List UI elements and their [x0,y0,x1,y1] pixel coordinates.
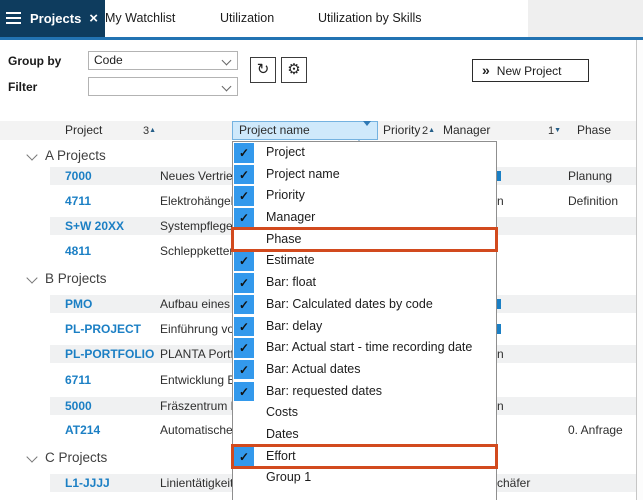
menu-item[interactable]: Dates [233,424,496,446]
manager-cell-fragment: n [497,345,504,363]
menu-item-label: Bar: requested dates [266,381,382,403]
project-code-link[interactable]: S+W 20XX [65,217,124,235]
menu-item-label: Bar: Actual dates [266,359,361,381]
project-code-link[interactable]: AT214 [65,421,100,439]
phase-cell: Definition [568,192,618,210]
menu-item[interactable]: ✓ Priority [233,185,496,207]
menu-item[interactable]: Costs [233,402,496,424]
project-name-cell: Systempflege [160,217,232,235]
manager-link-fragment [497,299,501,309]
menu-item[interactable]: ✓ Estimate [233,250,496,272]
group-row-label[interactable]: B Projects [45,270,107,288]
checkbox-checked-icon[interactable]: ✓ [234,317,254,337]
chevron-down-icon[interactable] [26,149,37,160]
app-window: Projects × My Watchlist Utilization Util… [0,0,643,500]
menu-item[interactable]: ✓ Project [233,142,496,164]
menu-item-label: Priority [266,185,305,207]
manager-link-fragment [497,324,501,334]
menu-item-label: Phase [266,229,301,251]
menu-item-label: Manager [266,207,315,229]
chevron-down-icon[interactable] [26,272,37,283]
column-chooser-menu: ✓ Project ✓ Project name ✓ Priority ✓ ManagerPh… [232,141,497,500]
project-name-cell: Einführung von [160,320,232,338]
project-name-cell: Elektrohängeba [160,192,232,210]
manager-link-fragment [497,171,501,181]
project-name-cell: PLANTA Portfo [160,345,232,363]
menu-item-label: Bar: float [266,272,316,294]
menu-item-label: Costs [266,402,298,424]
project-name-cell: Automatisches [160,421,232,439]
checkbox-checked-icon[interactable]: ✓ [234,382,254,402]
project-name-cell: Entwicklung Be [160,371,232,389]
project-code-link[interactable]: 7000 [65,167,92,185]
project-code-link[interactable]: 4711 [65,192,91,210]
checkbox-checked-icon[interactable]: ✓ [234,186,254,206]
project-code-link[interactable]: PL-PROJECT [65,320,141,338]
menu-item[interactable]: ✓ Manager [233,207,496,229]
menu-item[interactable]: ✓ Bar: Calculated dates by code [233,294,496,316]
checkbox-checked-icon[interactable]: ✓ [234,143,254,163]
menu-item-label: Effort [266,446,296,468]
project-name-cell: Aufbau eines P [160,295,232,313]
checkbox-checked-icon[interactable]: ✓ [234,447,254,467]
group-row-label[interactable]: A Projects [45,147,106,165]
menu-item-label: Group 1 [266,467,311,489]
project-code-link[interactable]: 4811 [65,242,91,260]
menu-item[interactable]: ✓ Bar: float [233,272,496,294]
manager-cell-fragment: n [497,397,504,415]
phase-cell: 0. Anfrage [568,421,623,439]
project-name-cell: Linientätigkeit [160,474,232,492]
menu-item-label: Project [266,142,305,164]
checkbox-checked-icon[interactable]: ✓ [234,338,254,358]
menu-item[interactable]: ✓ Bar: Actual start - time recording date [233,337,496,359]
checkbox-checked-icon[interactable]: ✓ [234,165,254,185]
menu-item[interactable]: ✓ Bar: delay [233,316,496,338]
vertical-scrollbar[interactable] [636,40,643,500]
project-code-link[interactable]: 5000 [65,397,92,415]
menu-item-label: Bar: Calculated dates by code [266,294,433,316]
menu-item-label: Project name [266,164,340,186]
menu-item[interactable]: Group 1 [233,467,496,489]
project-code-link[interactable]: L1-JJJJ [65,474,110,492]
project-code-link[interactable]: PMO [65,295,92,313]
project-name-cell: Schleppketten [160,242,232,260]
project-name-cell: Neues Vertrieb [160,167,232,185]
chevron-down-icon[interactable] [26,451,37,462]
menu-item-label: Bar: delay [266,316,322,338]
project-code-link[interactable]: PL-PORTFOLIO [65,345,154,363]
checkbox-checked-icon[interactable]: ✓ [234,295,254,315]
project-name-cell: Fräszentrum F [160,397,232,415]
checkbox-checked-icon[interactable]: ✓ [234,360,254,380]
project-code-link[interactable]: 6711 [65,371,91,389]
checkbox-checked-icon[interactable]: ✓ [234,208,254,228]
menu-item[interactable]: ✓ Project name [233,164,496,186]
manager-cell-fragment: n [497,192,504,210]
menu-item-label: Dates [266,424,299,446]
checkbox-checked-icon[interactable]: ✓ [234,251,254,271]
menu-item[interactable]: Phase [233,229,496,251]
group-row-label[interactable]: C Projects [45,449,107,467]
phase-cell: Planung [568,167,612,185]
menu-item-label: Bar: Actual start - time recording date [266,337,472,359]
menu-item[interactable]: ✓ Effort [233,446,496,468]
menu-item[interactable]: ✓ Bar: Actual dates [233,359,496,381]
menu-item-label: Estimate [266,250,315,272]
menu-item[interactable]: ✓ Bar: requested dates [233,381,496,403]
manager-cell-fragment: chäfer [497,474,530,492]
checkbox-checked-icon[interactable]: ✓ [234,273,254,293]
